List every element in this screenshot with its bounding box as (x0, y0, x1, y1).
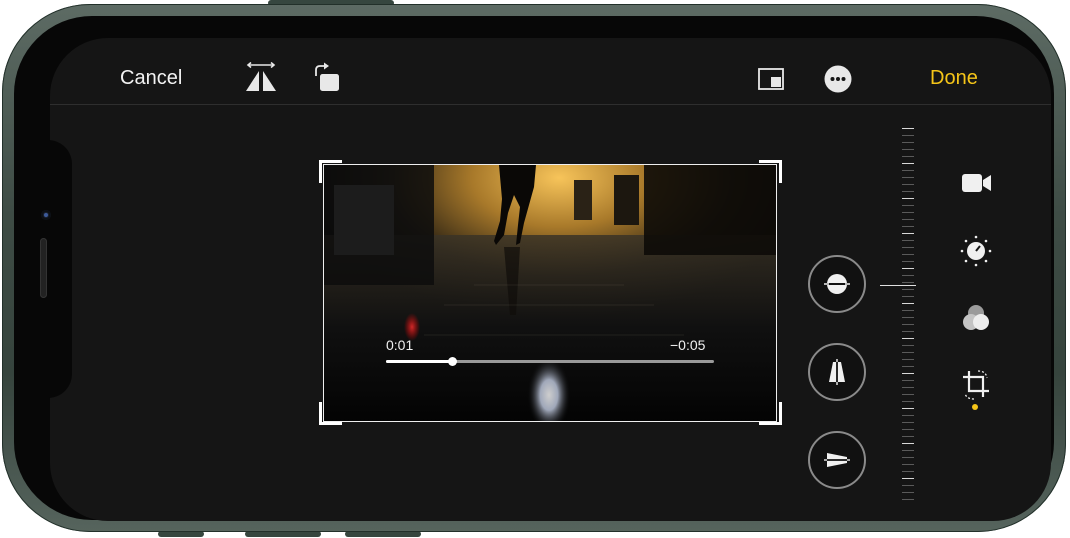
video-frame-image (324, 165, 776, 421)
ruler-tick (902, 373, 914, 374)
straighten-button[interactable] (808, 255, 866, 313)
crop-handle-bottom-right[interactable] (759, 402, 782, 425)
ruler-tick (902, 303, 914, 304)
scrubber-track[interactable] (386, 357, 714, 366)
phone-frame: Cancel Done 0:01 −0:05 (2, 4, 1066, 532)
ruler-tick (902, 471, 914, 472)
ruler-tick (902, 254, 914, 255)
crop-mode-button[interactable] (960, 368, 992, 407)
ruler-tick (902, 128, 914, 129)
ruler-tick (902, 415, 914, 416)
vertical-perspective-button[interactable] (808, 343, 866, 401)
adjustment-ruler[interactable] (902, 128, 922, 500)
ruler-tick (902, 394, 914, 395)
ruler-tick (902, 478, 914, 479)
ruler-tick (902, 170, 914, 171)
crop-handle-top-left[interactable] (319, 160, 342, 183)
toolbar-divider (50, 104, 1051, 105)
straighten-icon (824, 274, 850, 294)
filters-mode-button[interactable] (960, 303, 992, 340)
crop-rotate-icon (963, 370, 989, 400)
ruler-tick (902, 156, 914, 157)
adjust-dial-icon (960, 235, 992, 267)
ruler-current-indicator (880, 285, 916, 286)
ruler-tick (902, 163, 914, 164)
ruler-tick (902, 429, 914, 430)
ruler-tick (902, 268, 914, 269)
ruler-tick (902, 324, 914, 325)
scrubber-handle[interactable] (447, 357, 457, 366)
rotate-icon[interactable] (312, 62, 342, 99)
ruler-tick (902, 261, 914, 262)
ruler-tick (902, 443, 914, 444)
horizontal-perspective-icon (824, 453, 850, 467)
ruler-tick (902, 296, 914, 297)
ruler-tick (902, 282, 914, 283)
ruler-tick (902, 289, 914, 290)
crop-handle-top-right[interactable] (759, 160, 782, 183)
ruler-tick (902, 338, 914, 339)
ruler-tick (902, 184, 914, 185)
ruler-tick (902, 212, 914, 213)
ruler-tick (902, 226, 914, 227)
video-preview[interactable] (323, 164, 777, 422)
remaining-time: −0:05 (670, 337, 706, 353)
front-camera-icon (41, 210, 51, 220)
vertical-perspective-icon (829, 359, 845, 385)
ruler-tick (902, 387, 914, 388)
ruler-tick (902, 422, 914, 423)
ruler-tick (902, 135, 914, 136)
ruler-tick (902, 401, 914, 402)
ruler-tick (902, 198, 914, 199)
ruler-tick (902, 233, 914, 234)
ruler-tick (902, 499, 914, 500)
horizontal-perspective-button[interactable] (808, 431, 866, 489)
flip-icon[interactable] (244, 61, 278, 99)
ruler-tick (902, 191, 914, 192)
phone-bezel: Cancel Done 0:01 −0:05 (14, 16, 1054, 521)
ruler-tick (902, 359, 914, 360)
ruler-tick (902, 366, 914, 367)
active-mode-indicator (972, 404, 978, 410)
cancel-button[interactable]: Cancel (120, 67, 182, 90)
ruler-tick (902, 408, 914, 409)
ruler-tick (902, 317, 914, 318)
video-mode-button[interactable] (962, 172, 992, 199)
ruler-tick (902, 464, 914, 465)
filters-icon (963, 305, 989, 330)
ruler-tick (902, 485, 914, 486)
ruler-tick (902, 331, 914, 332)
scrubber-progress (386, 360, 452, 363)
ruler-tick (902, 219, 914, 220)
ruler-tick (902, 345, 914, 346)
aspect-ratio-icon[interactable] (758, 68, 784, 95)
ruler-tick (902, 380, 914, 381)
crop-handle-bottom-left[interactable] (319, 402, 342, 425)
ruler-tick (902, 457, 914, 458)
adjust-mode-button[interactable] (959, 234, 993, 273)
ruler-tick (902, 247, 914, 248)
ruler-tick (902, 149, 914, 150)
speaker-grille (40, 238, 47, 298)
ruler-tick (902, 240, 914, 241)
more-options-icon[interactable] (824, 65, 852, 98)
ruler-tick (902, 177, 914, 178)
ruler-tick (902, 205, 914, 206)
elapsed-time: 0:01 (386, 337, 414, 353)
ruler-tick (902, 352, 914, 353)
ruler-tick (902, 310, 914, 311)
ruler-tick (902, 492, 914, 493)
screen: Cancel Done 0:01 −0:05 (50, 38, 1051, 521)
done-button[interactable]: Done (930, 67, 978, 90)
video-camera-icon (962, 174, 991, 192)
ruler-tick (902, 436, 914, 437)
ruler-tick (902, 275, 914, 276)
ruler-tick (902, 450, 914, 451)
ruler-tick (902, 142, 914, 143)
